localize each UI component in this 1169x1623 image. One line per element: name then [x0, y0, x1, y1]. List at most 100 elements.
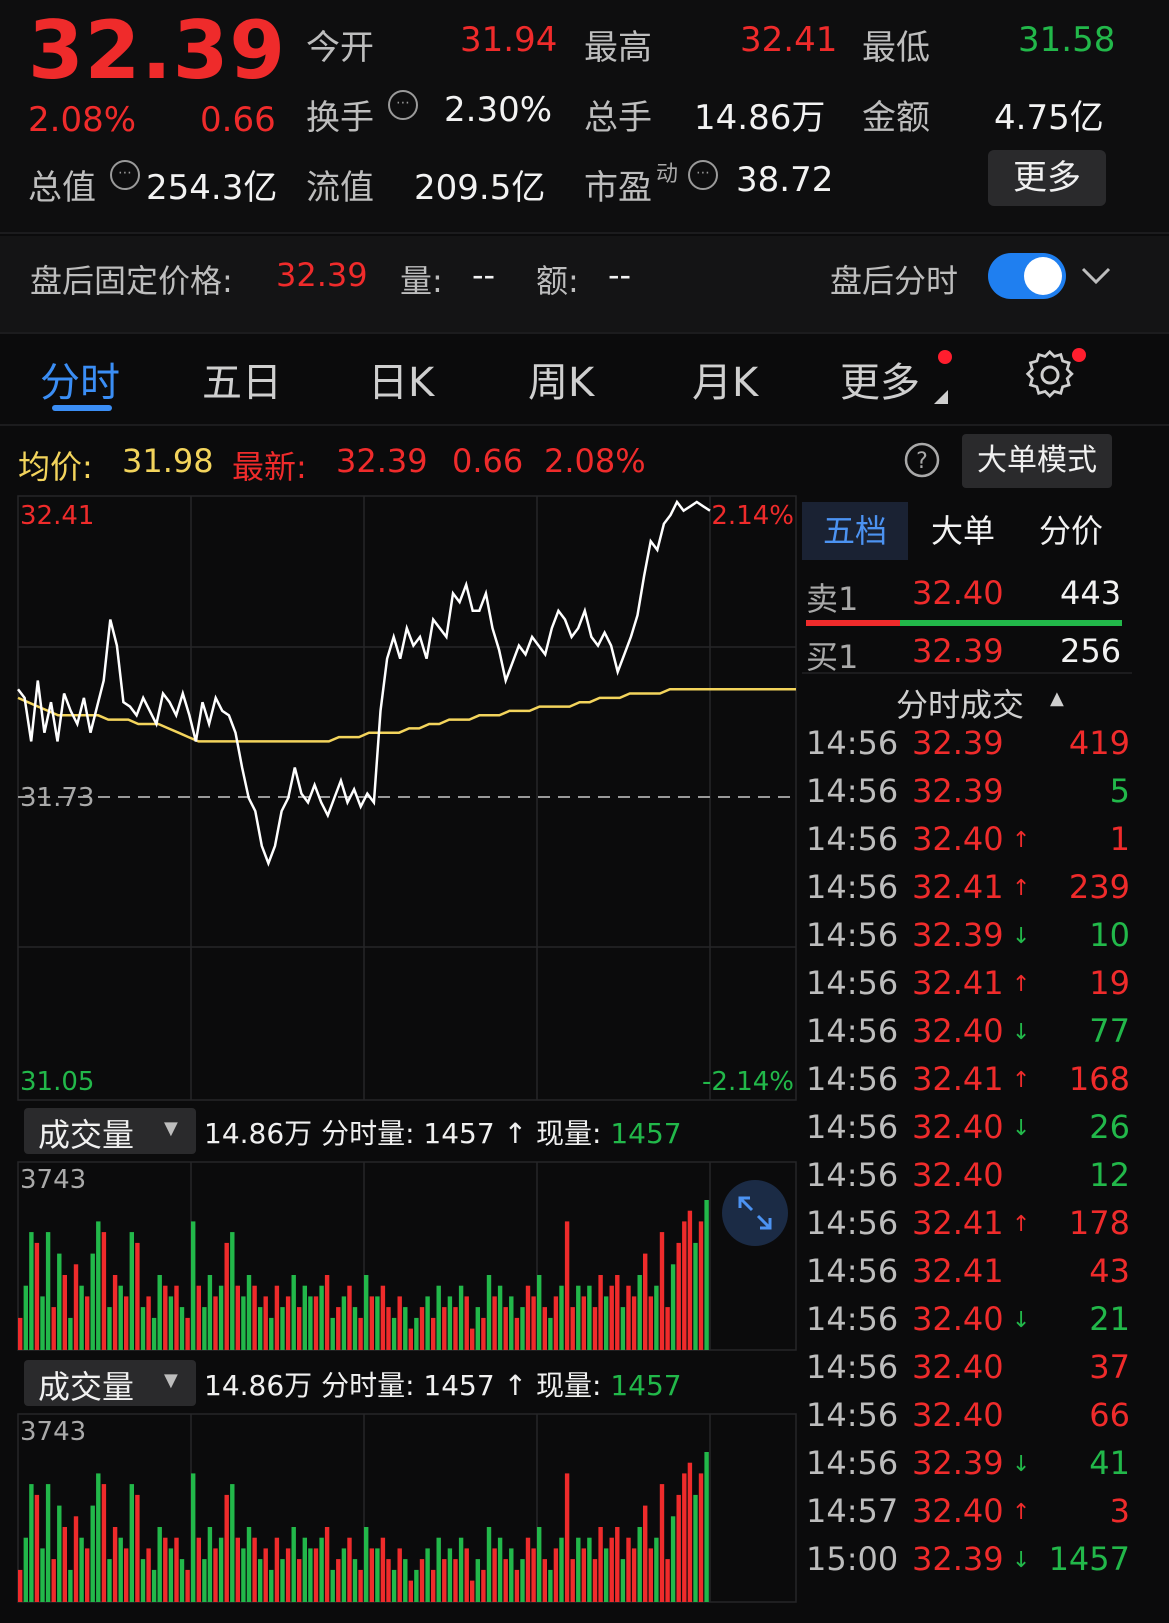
- volume-bar: [258, 1559, 263, 1602]
- volume-bar: [280, 1559, 285, 1602]
- after-hours-toggle[interactable]: [988, 253, 1066, 299]
- volume-bar: [107, 1559, 112, 1602]
- volume-bar: [475, 1559, 480, 1602]
- volume-value: 14.86万: [694, 98, 826, 138]
- volume-bar: [587, 1285, 592, 1350]
- notification-dot: [938, 350, 952, 364]
- volume-bar: [140, 1559, 146, 1602]
- volume-bar: [45, 1484, 51, 1602]
- more-quote-button[interactable]: 更多: [988, 150, 1106, 206]
- volume-bar: [659, 1484, 665, 1602]
- tab-price-dist[interactable]: 分价: [1018, 502, 1124, 560]
- intraday-price-chart[interactable]: 32.41 31.73 31.05 2.14% -2.14%: [0, 494, 800, 1104]
- volume-bar: [57, 1505, 62, 1602]
- volume-bar: [135, 1494, 140, 1602]
- volume-chart[interactable]: 3743: [0, 1412, 800, 1604]
- volume-bar: [347, 1537, 352, 1602]
- tick-time: 14:56: [806, 1156, 899, 1194]
- help-circle-icon[interactable]: ?: [904, 442, 940, 478]
- tick-time: 14:56: [806, 772, 899, 810]
- volume-bar: [168, 1296, 174, 1350]
- volume-bar: [230, 1232, 235, 1350]
- volume-bar: [196, 1537, 201, 1602]
- volume-bar: [626, 1537, 631, 1602]
- gear-icon[interactable]: [1024, 350, 1076, 402]
- tab-intraday[interactable]: 分时: [40, 350, 120, 408]
- volume-bar: [620, 1559, 626, 1602]
- latest-label: 最新:: [232, 448, 307, 486]
- caret-down-icon: ▼: [164, 1370, 178, 1391]
- volume-bar: [615, 1527, 620, 1602]
- volume-indicator-select[interactable]: 成交量 ▼: [24, 1360, 196, 1406]
- info-circle-icon[interactable]: ⋯: [688, 160, 718, 190]
- volume-bar: [397, 1296, 402, 1350]
- volume-bar: [330, 1317, 335, 1350]
- volume-bar: [163, 1285, 168, 1350]
- volume-bar: [129, 1484, 134, 1602]
- ticks-title[interactable]: 分时成交: [896, 680, 1024, 726]
- latest-change-pct: 2.08%: [544, 442, 646, 480]
- volume-bar: [90, 1253, 95, 1350]
- volume-bar: [57, 1253, 62, 1350]
- after-hours-intraday-label: 盘后分时: [830, 262, 959, 300]
- expand-arrows-icon[interactable]: [722, 1180, 788, 1246]
- volume-bar: [285, 1296, 291, 1350]
- volume-bar: [202, 1307, 207, 1350]
- buy1-volume: 256: [1060, 632, 1122, 670]
- volume-chart[interactable]: 3743: [0, 1160, 800, 1352]
- volume-bar: [302, 1537, 307, 1602]
- tick-time: 14:56: [806, 820, 899, 858]
- volume-bar: [604, 1296, 609, 1350]
- tick-direction-icon: ↓: [1012, 1548, 1031, 1573]
- big-order-mode-button[interactable]: 大单模式: [962, 434, 1112, 488]
- volume-bar: [179, 1559, 185, 1602]
- avg-price-value: 31.98: [122, 442, 214, 480]
- tab-five-levels[interactable]: 五档: [802, 502, 908, 560]
- volume-bar: [386, 1307, 391, 1350]
- avg-price-label: 均价:: [18, 448, 93, 486]
- volume-bar: [73, 1516, 79, 1602]
- volume-bar: [151, 1317, 157, 1350]
- volume-bar: [598, 1275, 603, 1350]
- mktcap-label: 总值: [28, 168, 96, 208]
- volume-bar: [34, 1494, 40, 1602]
- tab-monthly-k[interactable]: 月K: [692, 350, 758, 408]
- volume-bar: [135, 1242, 140, 1350]
- tab-more[interactable]: 更多: [840, 350, 920, 408]
- volume-bar: [542, 1559, 547, 1602]
- volume-bar: [179, 1307, 185, 1350]
- pct-bottom-label: -2.14%: [702, 1067, 794, 1097]
- tab-five-day[interactable]: 五日: [202, 350, 282, 408]
- volume-bar: [486, 1275, 492, 1350]
- volume-indicator-select[interactable]: 成交量 ▼: [24, 1108, 196, 1154]
- tick-time: 14:57: [806, 1492, 899, 1530]
- volume-bar: [263, 1548, 268, 1602]
- tab-daily-k[interactable]: 日K: [368, 350, 434, 408]
- low-value: 31.58: [1018, 20, 1116, 60]
- volume-bar: [531, 1296, 536, 1350]
- tick-price: 32.41: [912, 1060, 1004, 1098]
- volume-bar: [364, 1275, 369, 1350]
- volume-bar: [79, 1537, 84, 1602]
- info-circle-icon[interactable]: ⋯: [388, 90, 418, 120]
- float-value: 209.5亿: [414, 168, 546, 208]
- volume-bar: [291, 1275, 296, 1350]
- tick-volume: 19: [1089, 964, 1130, 1002]
- tab-big-orders[interactable]: 大单: [910, 502, 1016, 560]
- caret-up-icon[interactable]: ▲: [1050, 688, 1064, 709]
- tab-weekly-k[interactable]: 周K: [528, 350, 594, 408]
- info-circle-icon[interactable]: ⋯: [110, 160, 140, 190]
- volume-bar: [280, 1307, 285, 1350]
- settings-notification-dot: [1072, 348, 1086, 362]
- volume-bar: [269, 1569, 274, 1602]
- tick-time: 15:00: [806, 1540, 899, 1578]
- volume-bar: [581, 1296, 586, 1350]
- tick-direction-icon: ↓: [1012, 924, 1031, 949]
- high-value: 32.41: [740, 20, 838, 60]
- volume-bar: [537, 1275, 542, 1350]
- volume-bar: [380, 1537, 386, 1602]
- volume-bar: [458, 1537, 464, 1602]
- volume-bar: [464, 1296, 469, 1350]
- volume-bar: [235, 1537, 240, 1602]
- chevron-down-icon[interactable]: [1080, 264, 1112, 288]
